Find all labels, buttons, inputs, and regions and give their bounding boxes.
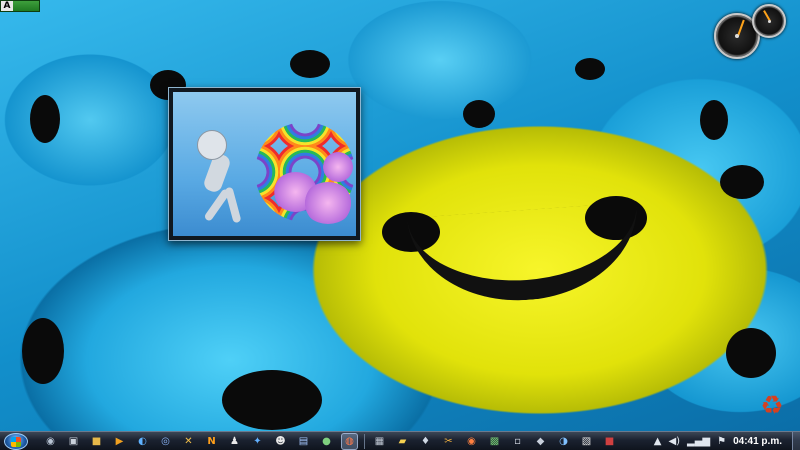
n-app-icon[interactable]: N <box>203 433 220 450</box>
film-icon[interactable]: ▦ <box>371 433 388 450</box>
document-icon[interactable]: ▤ <box>295 433 312 450</box>
cpu-meter-hub <box>734 33 740 39</box>
penguin-icon[interactable]: ♟ <box>226 433 243 450</box>
lock-icon[interactable]: ■ <box>88 433 105 450</box>
show-desktop-button[interactable] <box>792 432 800 450</box>
flag-icon[interactable]: ⚑ <box>717 436 726 447</box>
wallpaper-eye <box>463 100 495 128</box>
smiley-mouth <box>407 202 643 308</box>
people-icon[interactable]: ☻ <box>272 433 289 450</box>
settings-icon[interactable]: ▫ <box>509 433 526 450</box>
wallpaper-eye <box>22 318 64 384</box>
status-bar-label: A <box>1 1 13 11</box>
wallpaper-eye <box>726 328 776 378</box>
rainbow-cloud <box>303 182 353 224</box>
top-status-bar[interactable]: A <box>0 0 40 12</box>
ink-drop-icon[interactable]: ♦ <box>417 433 434 450</box>
chat-bubble-icon[interactable]: ● <box>318 433 335 450</box>
network-icon[interactable]: ▩ <box>486 433 503 450</box>
system-clock[interactable]: 04:41 p.m. <box>733 436 782 447</box>
gallery-icon[interactable]: ▧ <box>578 433 595 450</box>
games-icon[interactable]: ■ <box>601 433 618 450</box>
ram-meter-hub <box>767 19 771 23</box>
recycle-bin-icon[interactable]: ♻ <box>756 390 788 422</box>
network-bars-icon[interactable]: ▂▄▆ <box>687 436 710 447</box>
wallpaper-eye <box>700 100 728 140</box>
ram-meter-gadget[interactable] <box>752 4 786 38</box>
cartoon-head <box>197 130 227 160</box>
taskbar: ◉ ▣ ■ ▶ ◐ ◎ ✕ N ♟ ✦ ☻ ▤ ● ◍ ▦ ▰ ♦ ✂ ◉ ▩ … <box>0 431 800 450</box>
taskbar-pinned-icons: ◉ ▣ ■ ▶ ◐ ◎ ✕ N ♟ ✦ ☻ ▤ ● ◍ ▦ ▰ ♦ ✂ ◉ ▩ … <box>42 432 624 450</box>
taskbar-separator <box>364 433 365 449</box>
wallpaper-eye <box>222 370 322 430</box>
globe-icon[interactable]: ◑ <box>555 433 572 450</box>
scissors-icon[interactable]: ✂ <box>440 433 457 450</box>
system-tray: ▲ ◀) ▂▄▆ ⚑ 04:41 p.m. <box>648 432 800 450</box>
cartoon-leg <box>224 186 242 224</box>
rainbow-cloud <box>323 152 353 182</box>
start-button[interactable] <box>4 432 28 450</box>
x-tools-icon[interactable]: ✕ <box>180 433 197 450</box>
wallpaper-eye <box>575 58 605 80</box>
eye-icon[interactable]: ◐ <box>134 433 151 450</box>
floppy-disk-icon[interactable]: ▣ <box>65 433 82 450</box>
slideshow-image <box>173 92 356 236</box>
browser-icon[interactable]: ◉ <box>463 433 480 450</box>
media-player-icon[interactable]: ▶ <box>111 433 128 450</box>
chrome-icon[interactable]: ◎ <box>157 433 174 450</box>
windows-logo-icon <box>11 436 21 447</box>
folder-icon[interactable]: ▰ <box>394 433 411 450</box>
wallpaper-eye <box>30 95 60 143</box>
slideshow-gadget[interactable] <box>168 87 361 241</box>
diamond-icon[interactable]: ◆ <box>532 433 549 450</box>
wallpaper-eye <box>290 50 330 78</box>
camera-icon[interactable]: ◉ <box>42 433 59 450</box>
cd-player-icon[interactable]: ◍ <box>341 432 358 450</box>
wallpaper-eye <box>720 165 764 199</box>
speaker-icon[interactable]: ◀) <box>668 436 680 447</box>
runner-icon[interactable]: ✦ <box>249 433 266 450</box>
desktop-wallpaper: ♻ <box>0 0 800 431</box>
arrow-up-icon[interactable]: ▲ <box>654 436 662 447</box>
